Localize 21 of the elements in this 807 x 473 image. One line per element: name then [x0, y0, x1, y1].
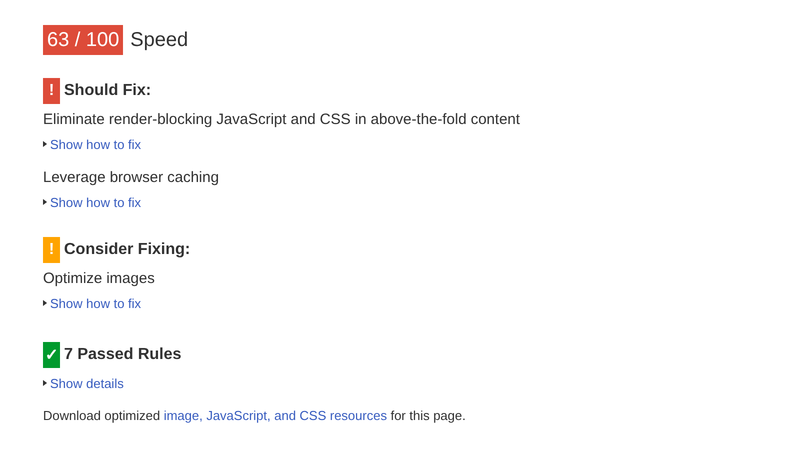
show-fix-link[interactable]: Show how to fix	[50, 296, 142, 310]
check-icon: ✓	[43, 342, 60, 368]
show-fix-link[interactable]: Show how to fix	[50, 194, 142, 210]
rule-title: Leverage browser caching	[43, 168, 220, 188]
exclamation-icon: !	[43, 78, 60, 104]
show-details-link[interactable]: Show details	[50, 376, 124, 390]
score-badge: 63 / 100	[43, 25, 124, 55]
score-label: Speed	[130, 28, 188, 52]
rule-title: Eliminate render-blocking JavaScript and CSS in above-the-fold content	[43, 110, 521, 130]
section-heading: 7 Passed Rules	[64, 346, 182, 364]
caret-icon	[43, 141, 47, 147]
caret-icon	[43, 380, 47, 386]
show-fix-link[interactable]: Show how to fix	[50, 136, 142, 152]
caret-icon	[43, 199, 47, 205]
resources-link[interactable]: image, JavaScript, and CSS resources	[164, 408, 387, 423]
section-heading: Should Fix:	[64, 82, 152, 100]
rule-title: Optimize images	[43, 269, 156, 289]
exclamation-icon: !	[43, 237, 60, 263]
section-heading: Consider Fixing:	[64, 241, 190, 259]
footer-text: Download optimized image, JavaScript, and CSS resources for this page.	[43, 408, 467, 423]
caret-icon	[43, 300, 47, 306]
